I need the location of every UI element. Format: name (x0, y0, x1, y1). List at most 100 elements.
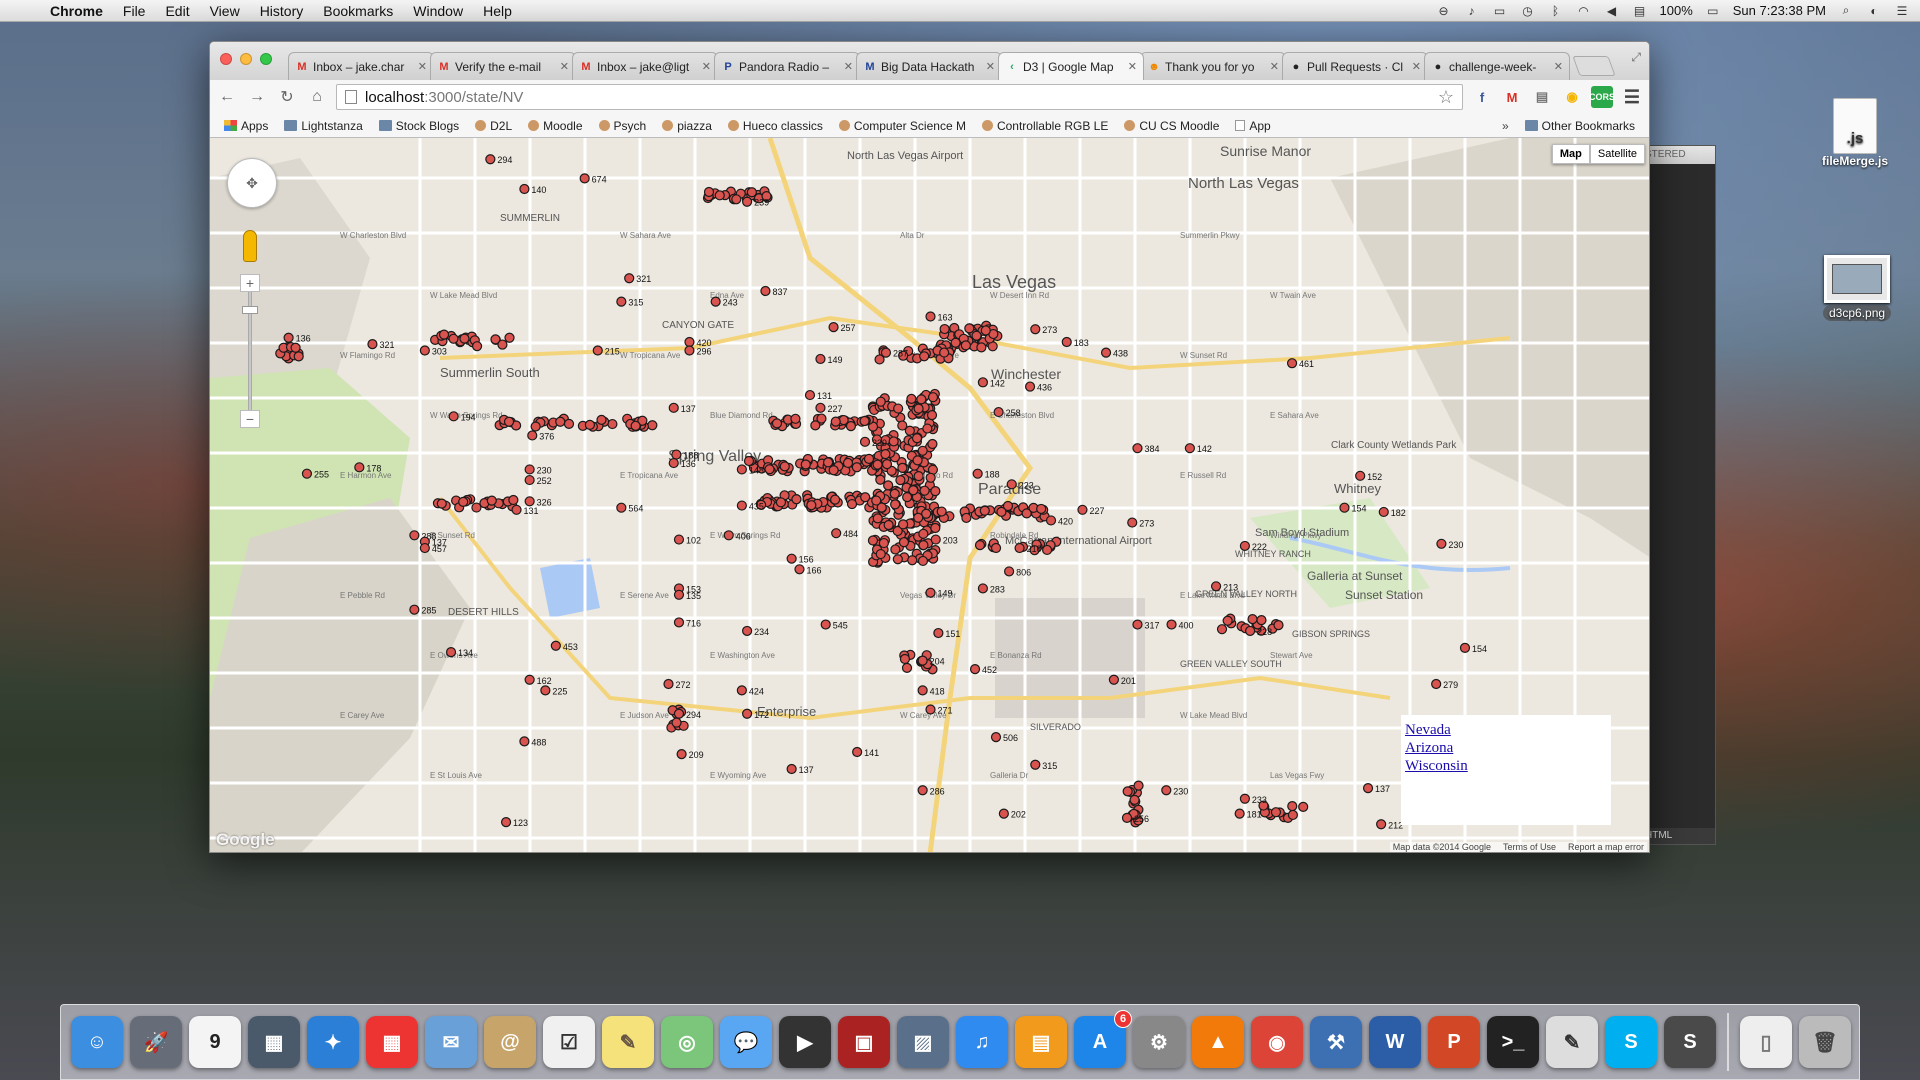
notes-icon[interactable]: ✎ (602, 1016, 654, 1068)
script-editor-icon[interactable]: ✎ (1546, 1016, 1598, 1068)
facebook-extension-icon[interactable]: f (1471, 86, 1493, 108)
facetime-icon[interactable]: ▶ (779, 1016, 831, 1068)
tab-close-icon[interactable]: ✕ (560, 60, 569, 73)
tab-close-icon[interactable]: ✕ (1270, 60, 1279, 73)
menubar-clock[interactable]: Sun 7:23:38 PM (1733, 3, 1826, 18)
notification-bell-icon[interactable]: ♪ (1464, 4, 1480, 18)
documents-stack-icon[interactable]: ▯ (1740, 1016, 1792, 1068)
bluetooth-icon[interactable]: ᛒ (1548, 4, 1564, 18)
address-bar[interactable]: localhost:3000/state/NV ☆ (336, 84, 1463, 110)
minimize-window-icon[interactable] (240, 53, 252, 65)
gmail-extension-icon[interactable]: M (1501, 86, 1523, 108)
back-icon[interactable]: ← (216, 86, 238, 108)
sublime-text-icon[interactable]: S (1664, 1016, 1716, 1068)
bookmark-item[interactable]: CU CS Moodle (1116, 119, 1227, 133)
spotlight-search-icon[interactable]: ⌕ (1838, 3, 1854, 18)
state-link-arizona[interactable]: Arizona (1405, 739, 1607, 757)
powerpoint-icon[interactable]: P (1428, 1016, 1480, 1068)
color-extension-icon[interactable]: ◉ (1561, 86, 1583, 108)
time-machine-icon[interactable]: ◷ (1520, 4, 1536, 18)
state-link-nevada[interactable]: Nevada (1405, 721, 1607, 739)
bookmark-item[interactable]: App (1227, 119, 1278, 133)
photo-booth-icon[interactable]: ▦ (248, 1016, 300, 1068)
tab-close-icon[interactable]: ✕ (1412, 60, 1421, 73)
bookmark-item[interactable]: D2L (467, 119, 520, 133)
browser-tab[interactable]: ☻ Thank you for yo ✕ (1140, 52, 1286, 80)
bookmark-item[interactable]: Apps (216, 119, 276, 133)
system-preferences-icon[interactable]: ⚙ (1133, 1016, 1185, 1068)
word-icon[interactable]: W (1369, 1016, 1421, 1068)
close-window-icon[interactable] (220, 53, 232, 65)
bookmark-item[interactable]: Lightstanza (276, 119, 370, 133)
messages-icon[interactable]: 💬 (720, 1016, 772, 1068)
pan-control-icon[interactable]: ✥ (227, 158, 277, 208)
screenshot-extension-icon[interactable]: ▤ (1531, 86, 1553, 108)
browser-tab[interactable]: ● Pull Requests · Cl ✕ (1282, 52, 1428, 80)
tab-close-icon[interactable]: ✕ (986, 60, 995, 73)
mail-stamp-icon[interactable]: ✉ (425, 1016, 477, 1068)
battery-percent[interactable]: 100% (1660, 3, 1693, 18)
ibooks-icon[interactable]: ▤ (1015, 1016, 1067, 1068)
browser-tab[interactable]: M Big Data Hackath ✕ (856, 52, 1002, 80)
map-type-satellite-button[interactable]: Satellite (1589, 144, 1645, 164)
other-bookmarks[interactable]: Other Bookmarks (1517, 119, 1643, 133)
launchpad-grid-icon[interactable]: ▦ (366, 1016, 418, 1068)
bookmark-item[interactable]: Hueco classics (720, 119, 831, 133)
map-type-map-button[interactable]: Map (1551, 144, 1590, 164)
trash-icon[interactable]: 🗑 (1799, 1016, 1851, 1068)
cors-extension-icon[interactable]: CORS (1589, 86, 1615, 108)
google-logo[interactable]: Google (216, 830, 275, 850)
menu-history[interactable]: History (250, 3, 314, 19)
tab-close-icon[interactable]: ✕ (1554, 60, 1563, 73)
new-tab-button[interactable] (1572, 56, 1616, 76)
state-link-wisconsin[interactable]: Wisconsin (1405, 757, 1607, 775)
menu-edit[interactable]: Edit (155, 3, 199, 19)
tab-close-icon[interactable]: ✕ (702, 60, 711, 73)
home-icon[interactable]: ⌂ (306, 86, 328, 108)
battery-icon[interactable]: ▭ (1705, 4, 1721, 18)
tab-close-icon[interactable]: ✕ (418, 60, 427, 73)
photo-booth-red-icon[interactable]: ▣ (838, 1016, 890, 1068)
bookmark-item[interactable]: Psych (591, 119, 655, 133)
zoom-slider-knob[interactable] (242, 306, 258, 314)
zoom-slider[interactable] (242, 292, 258, 410)
do-not-disturb-icon[interactable]: ⊖ (1436, 4, 1452, 18)
browser-tab[interactable]: M Inbox – jake.char ✕ (288, 52, 434, 80)
notification-center-icon[interactable]: ☰ (1894, 4, 1910, 18)
reload-icon[interactable]: ↻ (276, 86, 298, 108)
menu-help[interactable]: Help (473, 3, 522, 19)
calendar-icon[interactable]: 9 (189, 1016, 241, 1068)
street-view-pegman-icon[interactable] (243, 230, 257, 262)
vlc-icon[interactable]: ▲ (1192, 1016, 1244, 1068)
menu-app-name[interactable]: Chrome (40, 3, 113, 19)
browser-tab[interactable]: ‹ D3 | Google Map ✕ (998, 52, 1144, 80)
chrome-icon[interactable]: ◉ (1251, 1016, 1303, 1068)
forward-icon[interactable]: → (246, 86, 268, 108)
bookmark-item[interactable]: Moodle (520, 119, 590, 133)
tab-close-icon[interactable]: ✕ (844, 60, 853, 73)
menu-file[interactable]: File (113, 3, 156, 19)
itunes-icon[interactable]: ♫ (956, 1016, 1008, 1068)
zoom-out-button[interactable]: − (240, 410, 260, 428)
zoom-window-icon[interactable] (260, 53, 272, 65)
bookmark-item[interactable]: Controllable RGB LE (974, 119, 1116, 133)
reminders-icon[interactable]: ☑ (543, 1016, 595, 1068)
display-icon[interactable]: ▭ (1492, 4, 1508, 18)
browser-tab[interactable]: M Verify the e-mail ✕ (430, 52, 576, 80)
maps-icon[interactable]: ◎ (661, 1016, 713, 1068)
app-store-icon[interactable]: A6 (1074, 1010, 1132, 1068)
menu-window[interactable]: Window (403, 3, 473, 19)
volume-icon[interactable]: ◀ (1604, 4, 1620, 18)
terms-of-use-link[interactable]: Terms of Use (1503, 842, 1556, 852)
google-map[interactable]: Sunrise Manor North Las Vegas Las Vegas Sum… (210, 138, 1649, 852)
chrome-menu-icon[interactable]: ☰ (1621, 86, 1643, 108)
terminal-icon[interactable]: >_ (1487, 1016, 1539, 1068)
bookmark-item[interactable]: Stock Blogs (371, 119, 467, 133)
browser-tab[interactable]: P Pandora Radio – ✕ (714, 52, 860, 80)
bookmarks-overflow-icon[interactable]: » (1494, 119, 1517, 133)
bookmark-item[interactable]: piazza (654, 119, 720, 133)
zoom-in-button[interactable]: + (240, 274, 260, 292)
fullscreen-icon[interactable]: ⤢ (1631, 50, 1641, 65)
iphoto-icon[interactable]: ▨ (897, 1016, 949, 1068)
bookmark-item[interactable]: Computer Science M (831, 119, 974, 133)
